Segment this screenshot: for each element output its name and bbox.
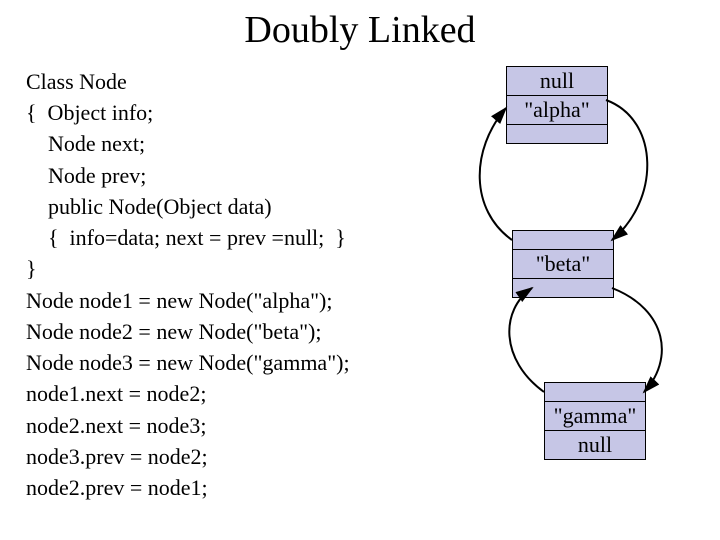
code-line: }	[26, 256, 37, 281]
node-alpha-prev: null	[507, 67, 607, 96]
node-gamma: "gamma" null	[544, 382, 646, 460]
code-line: { info=data; next = prev =null; }	[26, 225, 346, 250]
node-alpha-next	[507, 125, 607, 143]
code-line: Node prev;	[26, 163, 146, 188]
arrow-node1-next-to-node2	[606, 100, 647, 240]
node-beta-info: "beta"	[513, 250, 613, 279]
code-line: Class Node	[26, 69, 127, 94]
code-line: { Object info;	[26, 100, 153, 125]
code-line: Node node3 = new Node("gamma");	[26, 350, 350, 375]
code-line: node2.prev = node1;	[26, 475, 208, 500]
node-gamma-info: "gamma"	[545, 402, 645, 431]
node-gamma-next: null	[545, 431, 645, 459]
node-beta-prev	[513, 231, 613, 250]
code-line: node3.prev = node2;	[26, 444, 208, 469]
node-beta: "beta"	[512, 230, 614, 298]
node-beta-next	[513, 279, 613, 297]
code-line: public Node(Object data)	[26, 194, 272, 219]
node-alpha-info: "alpha"	[507, 96, 607, 125]
arrow-node3-prev-to-node2	[509, 288, 544, 392]
code-line: node2.next = node3;	[26, 413, 206, 438]
code-line: Node node1 = new Node("alpha");	[26, 288, 333, 313]
code-block: Class Node { Object info; Node next; Nod…	[26, 66, 350, 503]
page-title: Doubly Linked	[0, 8, 720, 52]
node-alpha: null "alpha"	[506, 66, 608, 144]
code-line: Node next;	[26, 131, 145, 156]
code-line: Node node2 = new Node("beta");	[26, 319, 322, 344]
arrow-node2-next-to-node3	[612, 288, 662, 392]
code-line: node1.next = node2;	[26, 381, 206, 406]
node-gamma-prev	[545, 383, 645, 402]
